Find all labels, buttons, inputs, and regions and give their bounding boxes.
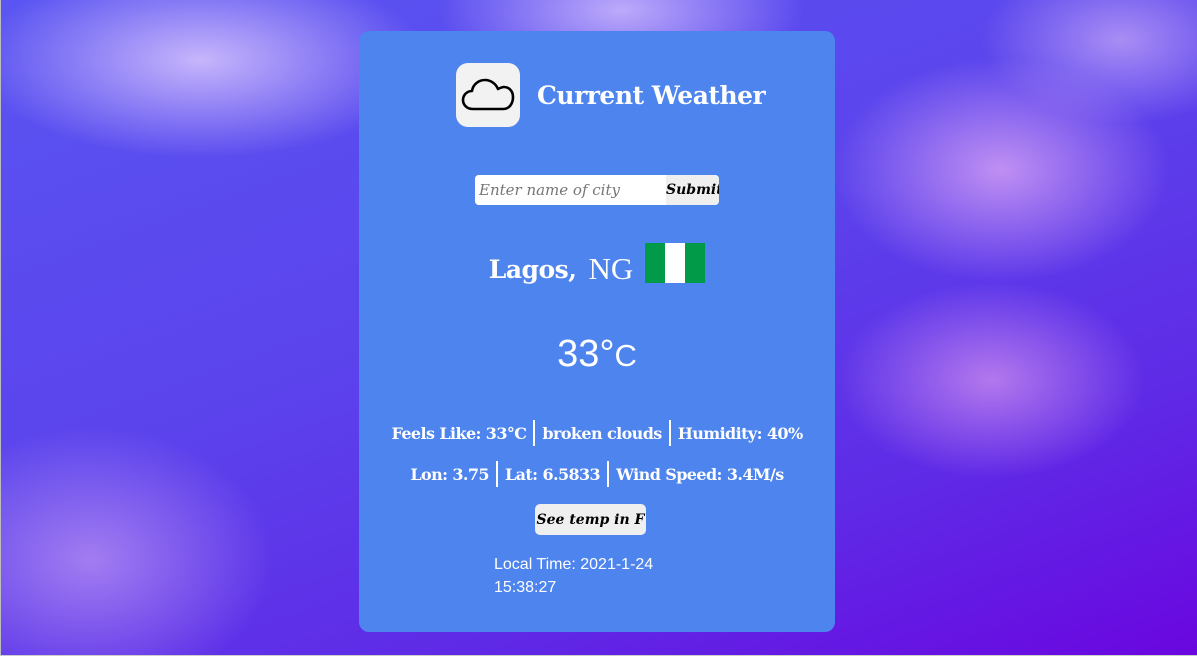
local-time: Local Time: 2021-1-24 15:38:27 (494, 553, 674, 599)
city-search-form: Submit (475, 175, 719, 205)
temperature: 33°C (359, 333, 835, 376)
local-time-clock: 15:38:27 (494, 579, 557, 596)
city-search-input[interactable] (475, 175, 666, 205)
cloud-icon (456, 63, 520, 127)
location: Lagos, NG (359, 243, 835, 289)
nigeria-flag-icon (645, 243, 706, 283)
flag-stripe-middle (665, 243, 686, 283)
window-edge (0, 0, 1, 659)
temperature-value: 33° (557, 333, 615, 375)
temperature-unit: C (614, 338, 637, 373)
flag-stripe-right (685, 243, 706, 283)
header: Current Weather (456, 63, 766, 127)
toggle-unit-button[interactable]: See temp in F (535, 504, 646, 535)
humidity: Humidity: 40% (677, 423, 803, 443)
page-title: Current Weather (537, 80, 766, 110)
weather-description: broken clouds (542, 423, 662, 443)
country-code: NG (588, 251, 634, 286)
weather-details-row-1: Feels Like: 33°C broken clouds Humidity:… (359, 420, 835, 446)
flag-stripe-left (645, 243, 666, 283)
weather-card: Current Weather Submit Lagos, NG 33°C Fe… (359, 31, 835, 632)
window-bottom-edge (0, 655, 1197, 659)
longitude: Lon: 3.75 (410, 464, 489, 484)
wind-speed: Wind Speed: 3.4M/s (616, 464, 784, 484)
submit-button[interactable]: Submit (666, 175, 719, 205)
local-time-date: Local Time: 2021-1-24 (494, 556, 654, 573)
weather-details-row-2: Lon: 3.75 Lat: 6.5833 Wind Speed: 3.4M/s (359, 461, 835, 487)
latitude: Lat: 6.5833 (504, 464, 601, 484)
feels-like: Feels Like: 33°C (391, 423, 527, 443)
city-name: Lagos, (488, 254, 577, 284)
